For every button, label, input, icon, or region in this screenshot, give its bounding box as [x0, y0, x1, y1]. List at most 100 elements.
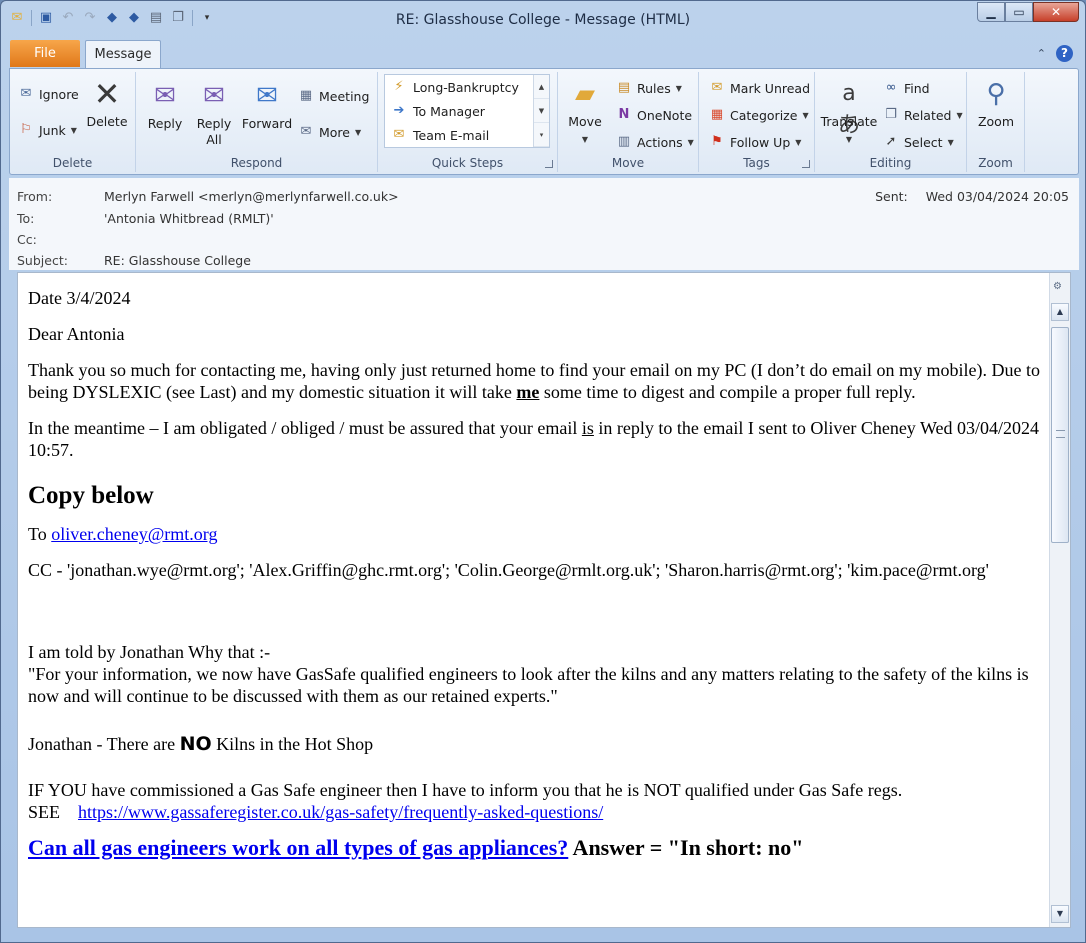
related-button[interactable]: ❐ Related ▼: [883, 107, 963, 123]
help-icon[interactable]: ?: [1056, 45, 1073, 62]
tab-right-controls: ⌃ ?: [1037, 45, 1073, 62]
ribbon: ✉ Ignore ⚐ Junk ▼ ✕ Delete Delete ✉ Repl…: [9, 68, 1079, 175]
chevron-down-icon: ▼: [956, 110, 963, 120]
junk-icon: ⚐: [20, 122, 32, 137]
scroll-up-icon[interactable]: ▲: [534, 75, 549, 99]
quick-step-label: To Manager: [413, 103, 485, 119]
chevron-down-icon: ▼: [355, 127, 362, 137]
delete-group-label: Delete: [52, 156, 93, 170]
told-intro: I am told by Jonathan Why that :-: [28, 642, 271, 662]
delete-x-icon: ✕: [93, 75, 121, 113]
reply-all-icon: ✉: [203, 81, 225, 111]
scroll-grip-icon: [1056, 430, 1065, 438]
see-label: SEE: [28, 802, 61, 822]
paragraph-text: In the meantime – I am obligated / oblig…: [28, 418, 582, 438]
scroll-thumb[interactable]: [1051, 327, 1069, 543]
tab-message[interactable]: Message: [85, 40, 161, 69]
actions-button[interactable]: ▥ Actions ▼: [616, 134, 694, 150]
told-quote: "For your information, we now have GasSa…: [28, 664, 1029, 706]
outlook-message-window: ✉ ▣ ↶ ↷ ◆ ◆ ▤ ❐ ▾ RE: Glasshouse College…: [0, 0, 1086, 943]
move-button[interactable]: ▰ Move ▼: [564, 78, 606, 148]
binoculars-icon: ∞: [885, 80, 897, 95]
select-button[interactable]: ➚ Select ▼: [883, 134, 954, 150]
translate-button[interactable]: aあ Translate ▼: [819, 78, 879, 148]
emphasis-is: is: [581, 418, 594, 438]
related-label: Related: [904, 107, 952, 123]
subject-value: RE: Glasshouse College: [104, 253, 251, 268]
zoom-group-label: Zoom: [978, 156, 1013, 170]
email-link[interactable]: oliver.cheney@rmt.org: [51, 524, 217, 544]
paragraph-thanks: Thank you so much for contacting me, hav…: [28, 359, 1040, 403]
respond-group-label: Respond: [230, 156, 283, 170]
reply-all-button[interactable]: ✉ Reply All: [192, 80, 236, 148]
qa-line: Can all gas engineers work on all types …: [28, 837, 1040, 859]
onenote-icon: N: [618, 107, 630, 122]
translate-icon: aあ: [837, 81, 860, 138]
minimize-button[interactable]: ▁: [977, 2, 1005, 22]
paragraph-text: Kilns in the Hot Shop: [211, 734, 374, 754]
tab-file[interactable]: File: [10, 40, 80, 67]
categorize-label: Categorize: [730, 107, 798, 123]
forward-button[interactable]: ✉ Forward: [240, 80, 294, 132]
sent-value: Wed 03/04/2024 20:05: [925, 189, 1069, 204]
tags-group: ✉ Mark Unread ▦ Categorize ▼ ⚑ Follow Up…: [699, 72, 815, 172]
zoom-button[interactable]: ⚲ Zoom: [971, 78, 1021, 130]
message-content: Date 3/4/2024 Dear Antonia Thank you so …: [28, 287, 1040, 859]
sent-row: Sent: Wed 03/04/2024 20:05: [875, 189, 1069, 204]
delete-button[interactable]: ✕ Delete: [84, 78, 130, 130]
rules-button[interactable]: ▤ Rules ▼: [616, 80, 682, 96]
quick-steps-scroll[interactable]: ▲ ▼ ▾: [533, 75, 549, 147]
subject-label: Subject:: [17, 253, 68, 268]
categorize-button[interactable]: ▦ Categorize ▼: [709, 107, 809, 123]
from-value[interactable]: Merlyn Farwell <merlyn@merlynfarwell.co.…: [104, 189, 399, 204]
quick-step-label: Long-Bankruptcy: [413, 79, 519, 95]
maximize-button[interactable]: ▭: [1005, 2, 1033, 22]
more-label: More: [319, 124, 350, 140]
quick-step-label: Team E-mail: [413, 127, 490, 143]
meeting-button[interactable]: ▦ Meeting: [298, 88, 370, 104]
related-icon: ❐: [885, 107, 897, 122]
minimize-ribbon-icon[interactable]: ⌃: [1037, 47, 1046, 60]
scroll-down-button[interactable]: ▼: [1051, 905, 1069, 923]
quick-step-team-email[interactable]: ✉ Team E-mail: [385, 123, 549, 147]
onenote-button[interactable]: N OneNote: [616, 107, 693, 123]
actions-label: Actions: [637, 134, 683, 150]
ribbon-tabs: File Message ⌃ ?: [1, 39, 1085, 69]
gassafe-link[interactable]: https://www.gassaferegister.co.uk/gas-sa…: [78, 802, 603, 822]
junk-button[interactable]: ⚐ Junk ▼: [18, 122, 77, 138]
reply-button[interactable]: ✉ Reply: [144, 80, 186, 132]
quick-step-to-manager[interactable]: ➔ To Manager: [385, 99, 549, 123]
greeting: Dear Antonia: [28, 324, 125, 344]
scroll-down-icon[interactable]: ▼: [534, 99, 549, 123]
delete-group: ✉ Ignore ⚐ Junk ▼ ✕ Delete Delete: [10, 72, 136, 172]
to-value[interactable]: 'Antonia Whitbread (RMLT)': [104, 211, 274, 226]
categorize-icon: ▦: [710, 107, 724, 122]
expand-gallery-icon[interactable]: ▾: [534, 123, 549, 147]
find-button[interactable]: ∞ Find: [883, 80, 930, 96]
more-button[interactable]: ✉ More ▼: [298, 124, 362, 140]
see-line: SEE https://www.gassaferegister.co.uk/gas…: [28, 801, 1040, 823]
faq-link[interactable]: Can all gas engineers work on all types …: [28, 835, 568, 860]
follow-up-button[interactable]: ⚑ Follow Up ▼: [709, 134, 801, 150]
message-options-icon[interactable]: ⚙: [1053, 281, 1067, 295]
zoom-label: Zoom: [977, 114, 1015, 129]
ignore-label: Ignore: [39, 86, 79, 102]
more-icon: ✉: [300, 124, 312, 139]
meeting-label: Meeting: [319, 88, 370, 104]
close-button[interactable]: ✕: [1033, 2, 1079, 22]
answer-text: Answer = "In short: no": [568, 835, 804, 860]
mark-unread-button[interactable]: ✉ Mark Unread: [709, 80, 810, 96]
cursor-icon: ➚: [885, 134, 897, 149]
ignore-icon: ✉: [20, 86, 32, 101]
quick-step-long-bankruptcy[interactable]: ⚡ Long-Bankruptcy: [385, 75, 549, 99]
vertical-scrollbar[interactable]: ⚙ ▲ ▼: [1049, 273, 1070, 927]
date-line: Date 3/4/2024: [28, 288, 131, 308]
chevron-down-icon: ▼: [802, 110, 809, 120]
message-body[interactable]: Date 3/4/2024 Dear Antonia Thank you so …: [17, 272, 1071, 928]
scroll-up-button[interactable]: ▲: [1051, 303, 1069, 321]
zoom-group: ⚲ Zoom Zoom: [967, 72, 1025, 172]
flag-icon: ⚑: [711, 134, 723, 149]
copy-below-heading: Copy below: [28, 482, 154, 509]
cc-line: CC - 'jonathan.wye@rmt.org'; 'Alex.Griff…: [28, 560, 989, 580]
ignore-button[interactable]: ✉ Ignore: [18, 86, 79, 102]
